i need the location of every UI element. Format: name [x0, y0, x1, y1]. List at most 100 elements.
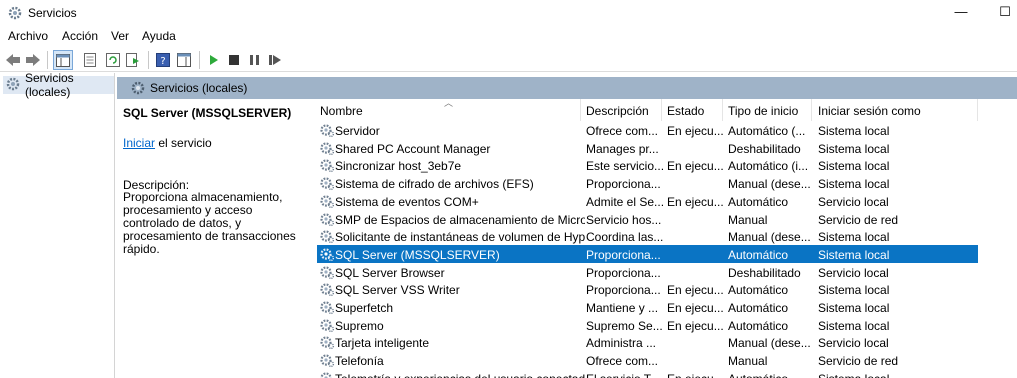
back-arrow-icon[interactable] [3, 50, 23, 70]
column-divider[interactable] [811, 99, 812, 121]
service-row[interactable]: Supremo Supremo Se... En ejecu... Automátic… [317, 316, 978, 334]
service-name: Shared PC Account Manager [335, 141, 491, 156]
column-divider[interactable] [661, 99, 662, 121]
service-description: Este servicio... [586, 159, 664, 174]
forward-arrow-icon[interactable] [23, 50, 43, 70]
service-row[interactable]: Servidor Ofrece com... En ejecu... Automáti… [317, 121, 978, 139]
service-description: Proporciona... [586, 265, 661, 280]
service-description: Coordina las... [586, 230, 664, 245]
service-state: En ejecu... [667, 301, 724, 315]
service-startup-type: Automático [728, 372, 815, 378]
service-logon-as: Servicio de red [818, 354, 899, 369]
column-divider[interactable] [722, 99, 723, 121]
service-logon-as: Sistema local [818, 177, 890, 192]
service-row[interactable]: SQL Server VSS Writer Proporciona... En ej… [317, 280, 978, 298]
column-header-nombre[interactable]: Nombre [320, 104, 363, 118]
service-row[interactable]: Superfetch Mantiene y ... En ejecu... Autom… [317, 298, 978, 316]
service-row-selected[interactable]: SQL Server (MSSQLSERVER) Proporciona... Au… [317, 244, 978, 263]
service-description: Proporciona... [586, 283, 661, 298]
column-divider[interactable] [977, 99, 978, 121]
export-list-icon[interactable] [123, 50, 143, 70]
start-service-line: Iniciar el servicio [123, 136, 212, 150]
maximize-button[interactable]: ☐ [994, 2, 1016, 22]
console-tree-icon[interactable] [53, 50, 73, 70]
column-header-iniciar-sesion[interactable]: Iniciar sesión como [818, 104, 921, 118]
pause-service-icon[interactable] [245, 50, 265, 70]
refresh-icon[interactable] [103, 50, 123, 70]
menu-ayuda[interactable]: Ayuda [142, 29, 176, 43]
service-logon-as: Sistema local [818, 230, 890, 245]
service-row[interactable]: Sistema de cifrado de archivos (EFS) Prop… [317, 174, 978, 192]
service-logon-as: Sistema local [818, 318, 890, 333]
content-header: Servicios (locales) [117, 77, 1017, 99]
service-description: Ofrece com... [586, 354, 659, 369]
service-row[interactable]: Shared PC Account Manager Manages pr... De… [317, 139, 978, 157]
service-gear-icon [319, 281, 335, 297]
service-description: Servicio hos... [586, 212, 662, 227]
service-name: Supremo [335, 318, 384, 333]
service-description: Mantiene y ... [586, 301, 659, 315]
service-name: Solicitante de instantáneas de volumen d… [335, 230, 585, 245]
service-startup-type: Automático (i... [728, 159, 809, 174]
service-description: Supremo Se... [586, 318, 663, 333]
minimize-button[interactable]: — [950, 2, 972, 22]
service-row[interactable]: SQL Server Browser Proporciona... Deshabil… [317, 263, 978, 281]
service-startup-type: Manual [728, 354, 768, 369]
service-logon-as: Servicio local [818, 265, 889, 280]
menu-ver[interactable]: Ver [111, 29, 129, 43]
stop-service-icon[interactable] [224, 50, 244, 70]
services-gear-icon [7, 5, 23, 21]
window-title: Servicios [28, 6, 77, 20]
selected-service-title: SQL Server (MSSQLSERVER) [123, 106, 292, 120]
menu-archivo[interactable]: Archivo [8, 29, 48, 43]
service-row[interactable]: Sincronizar host_3eb7e Este servicio... En… [317, 156, 978, 174]
column-header-tipo-inicio[interactable]: Tipo de inicio [728, 104, 798, 118]
service-row[interactable]: Solicitante de instantáneas de volumen d… [317, 227, 978, 245]
service-state: En ejecu... [667, 124, 724, 138]
start-service-play-icon[interactable] [204, 50, 224, 70]
service-gear-icon [319, 317, 335, 333]
service-startup-type: Manual (dese... [728, 230, 811, 245]
service-state: En ejecu... [667, 194, 724, 209]
tree-item-servicios-locales[interactable]: Servicios (locales) [3, 71, 114, 99]
column-header-descripcion[interactable]: Descripción [586, 104, 649, 118]
console-tree: Servicios (locales) [0, 71, 115, 378]
service-gear-icon [319, 352, 335, 368]
service-name: Sincronizar host_3eb7e [335, 159, 462, 174]
properties-sheet-icon[interactable] [80, 50, 100, 70]
service-row[interactable]: SMP de Espacios de almacenamiento de Mic… [317, 210, 978, 228]
column-header-estado[interactable]: Estado [667, 104, 704, 118]
service-logon-as: Sistema local [818, 372, 978, 378]
list-header: ︿ Nombre Descripción Estado Tipo de inic… [307, 99, 1017, 121]
service-row[interactable]: Telefonía Ofrece com... Manual Servicio de … [317, 351, 978, 369]
extended-description-pane: SQL Server (MSSQLSERVER) Iniciar el serv… [117, 99, 307, 378]
service-logon-as: Sistema local [818, 247, 890, 262]
content-header-label: Servicios (locales) [150, 81, 248, 95]
service-state: En ejecu... [667, 318, 724, 333]
service-gear-icon [319, 370, 335, 378]
service-startup-type: Automático (... [728, 124, 806, 138]
restart-service-icon[interactable] [265, 50, 285, 70]
service-name: SQL Server VSS Writer [335, 283, 460, 298]
service-state: En ejecu... [667, 283, 724, 298]
service-startup-type: Automático [728, 283, 789, 298]
menu-accion[interactable]: Acción [62, 29, 98, 43]
help-icon[interactable]: ? [153, 50, 173, 70]
service-logon-as: Sistema local [818, 159, 890, 174]
service-name: SQL Server Browser [335, 265, 445, 280]
service-row[interactable]: Sistema de eventos COM+ Admite el Se... En… [317, 192, 978, 210]
service-row[interactable]: Telemetría y experiencias del usuario co… [317, 369, 978, 378]
service-gear-icon [319, 193, 335, 209]
column-divider[interactable] [580, 99, 581, 121]
service-gear-icon [319, 175, 335, 191]
show-hide-pane-icon[interactable] [174, 50, 194, 70]
tree-item-label: Servicios (locales) [25, 71, 74, 99]
service-gear-icon [319, 246, 335, 262]
service-name: Telemetría y experiencias del usuario co… [335, 372, 585, 378]
service-row[interactable]: Tarjeta inteligente Administra ... Manual … [317, 333, 978, 351]
start-service-link[interactable]: Iniciar [123, 136, 155, 150]
service-name: Superfetch [335, 301, 394, 315]
service-state: En ejecu... [667, 372, 725, 378]
service-name: Tarjeta inteligente [335, 336, 430, 351]
service-description: Proporciona... [586, 247, 661, 262]
